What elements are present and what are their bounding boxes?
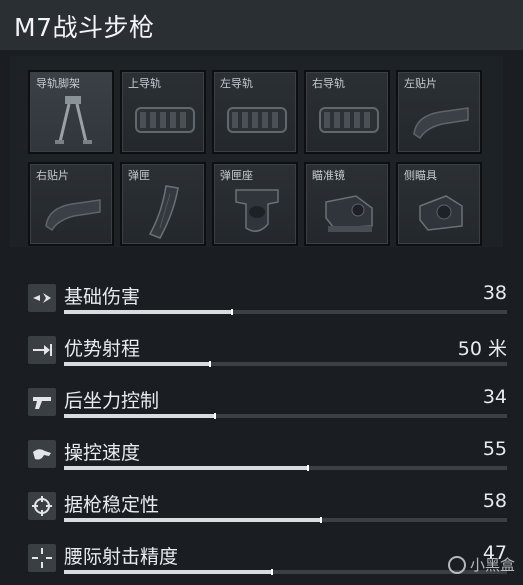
stat-bar-fill: [64, 518, 321, 522]
slot-label: 左贴片: [404, 77, 437, 90]
slot-label: 上导轨: [128, 77, 161, 90]
slot-label: 弹匣座: [220, 169, 253, 182]
stat-value: 34: [482, 386, 507, 408]
slot-scope[interactable]: 瞄准镜: [304, 162, 390, 246]
stat-name: 后坐力控制: [64, 390, 160, 412]
attachment-panel: 导轨脚架 上导轨 左导轨 右导轨 左贴片 右贴片 弹匣 弹匣座 瞄准镜 侧瞄具: [10, 56, 503, 247]
stat-bar: [64, 413, 507, 419]
stat-bar: [64, 465, 507, 471]
slot-top-rail[interactable]: 上导轨: [120, 70, 206, 154]
stat-value: 50 米: [457, 338, 507, 360]
rail-cover-icon: [45, 199, 101, 232]
rail-icon: [227, 107, 287, 133]
stat-bar-fill: [64, 362, 211, 366]
hipfire-icon: [28, 544, 56, 572]
stat-value: 58: [482, 490, 507, 512]
stat-base-damage: 基础伤害 38: [24, 270, 513, 320]
watermark-text: 小黑盒: [469, 556, 515, 574]
slot-label: 瞄准镜: [312, 169, 345, 182]
slot-side-sight[interactable]: 侧瞄具: [396, 162, 482, 246]
slot-label: 右贴片: [36, 169, 69, 182]
stat-bar-marker: [271, 569, 274, 575]
watermark: 小黑盒: [447, 554, 515, 575]
hand-icon: [28, 440, 56, 468]
slot-right-rail[interactable]: 右导轨: [304, 70, 390, 154]
slot-label: 弹匣: [128, 169, 150, 182]
slot-left-rail[interactable]: 左导轨: [212, 70, 298, 154]
stat-bar-marker: [319, 517, 322, 523]
stat-bar-fill: [64, 570, 273, 574]
slot-right-cover[interactable]: 右贴片: [28, 162, 114, 246]
side-sight-icon: [419, 195, 463, 231]
bipod-icon: [55, 96, 92, 144]
crosshair-icon: [28, 492, 56, 520]
slot-magazine[interactable]: 弹匣: [120, 162, 206, 246]
stat-hipfire-accuracy: 腰际射击精度 47: [24, 530, 513, 580]
stat-name: 操控速度: [64, 442, 141, 464]
stat-handling-speed: 操控速度 55: [24, 426, 513, 476]
stat-bar-marker: [213, 413, 216, 419]
slot-label: 导轨脚架: [36, 77, 80, 90]
slot-label: 左导轨: [220, 77, 253, 90]
stat-bar: [64, 309, 507, 315]
stat-value: 55: [482, 438, 507, 460]
watermark-logo-icon: [447, 556, 466, 574]
stat-bar-fill: [64, 414, 215, 418]
slot-rail-bipod[interactable]: 导轨脚架: [28, 70, 114, 154]
stat-bar: [64, 517, 507, 523]
title-bar: M7战斗步枪: [0, 0, 523, 50]
slot-label: 侧瞄具: [404, 169, 437, 182]
stat-bar-fill: [64, 310, 233, 314]
stat-effective-range: 优势射程 50 米: [24, 322, 513, 372]
stat-name: 优势射程: [64, 338, 141, 360]
bullet-impact-icon: [28, 284, 56, 312]
stat-bar: [64, 569, 507, 575]
magwell-icon: [235, 189, 279, 232]
slot-label: 右导轨: [312, 77, 345, 90]
stat-aim-stability: 据枪稳定性 58: [24, 478, 513, 528]
rail-icon: [135, 107, 195, 133]
stat-bar: [64, 361, 507, 367]
stat-name: 基础伤害: [64, 286, 141, 308]
pistol-icon: [28, 388, 56, 416]
stat-name: 据枪稳定性: [64, 494, 160, 516]
stat-name: 腰际射击精度: [64, 546, 179, 568]
stat-bar-marker: [209, 361, 212, 367]
stat-bar-fill: [64, 466, 308, 470]
slot-magwell[interactable]: 弹匣座: [212, 162, 298, 246]
weapon-title: M7战斗步枪: [14, 13, 155, 42]
scope-icon: [325, 195, 373, 232]
stat-recoil-control: 后坐力控制 34: [24, 374, 513, 424]
slot-left-cover[interactable]: 左贴片: [396, 70, 482, 154]
range-arrow-icon: [28, 336, 56, 364]
magazine-icon: [148, 185, 179, 239]
stat-bar-marker: [231, 309, 234, 315]
stat-value: 38: [482, 282, 507, 304]
stat-bar-marker: [306, 465, 309, 471]
rail-cover-icon: [413, 107, 469, 140]
rail-icon: [319, 107, 379, 133]
